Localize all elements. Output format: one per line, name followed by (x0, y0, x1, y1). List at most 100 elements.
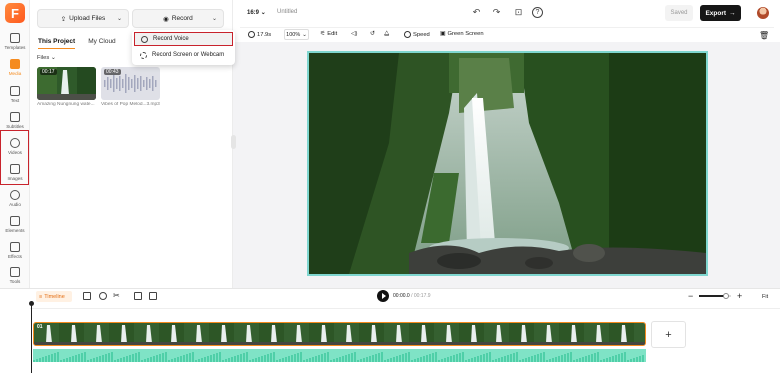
media-name-audio: Vibes of Pop Melod...3.mp3 (101, 102, 160, 107)
volume-icon[interactable]: ◁) (351, 31, 357, 37)
tab-my-cloud[interactable]: My Cloud (88, 38, 115, 49)
rotate-icon[interactable]: ↺ (370, 31, 375, 37)
waveform-bar (243, 353, 245, 362)
scissors-icon[interactable]: ✂ (113, 290, 120, 301)
waveform-bar (123, 357, 125, 362)
audio-track[interactable] (33, 349, 646, 362)
chevron-down-icon: ⌄ (50, 55, 56, 61)
waveform-bar (519, 360, 521, 362)
waveform-bar (321, 354, 323, 362)
record-button[interactable]: ◉ Record ⌄ (132, 9, 224, 28)
media-thumb-audio[interactable]: 00:43 (101, 67, 160, 100)
waveform-bar (189, 353, 191, 362)
sidebar-item-audio[interactable]: Audio (0, 190, 30, 214)
playhead-handle[interactable] (29, 301, 34, 306)
sidebar-item-effects[interactable]: Effects (0, 242, 30, 266)
clip-frame (159, 323, 184, 345)
video-preview[interactable] (307, 51, 708, 276)
files-filter[interactable]: Files ⌄ (37, 55, 56, 61)
waveform-bar (630, 359, 632, 362)
video-clip[interactable]: 01 (33, 322, 646, 346)
play-button[interactable] (377, 290, 389, 302)
waveform-bar (69, 357, 71, 362)
waveform-bar (354, 352, 356, 362)
waveform-bar (474, 357, 476, 362)
waveform-bar (540, 353, 542, 362)
waveform-bar (510, 354, 512, 362)
split-icon[interactable] (99, 292, 107, 300)
project-title[interactable]: Untitled (277, 9, 297, 15)
duplicate-icon[interactable] (134, 292, 142, 300)
waveform-bar (579, 358, 581, 362)
waveform-bar (192, 352, 194, 362)
media-thumb-video[interactable]: 00:17 (37, 67, 96, 100)
export-button[interactable]: Export → (700, 5, 741, 21)
waveform-bar (432, 353, 434, 362)
tab-this-project[interactable]: This Project (38, 38, 76, 49)
add-track-icon[interactable] (83, 292, 91, 300)
trash-icon[interactable]: 🗑 (759, 31, 769, 40)
waveform-bar (618, 354, 620, 362)
sidebar-item-templates[interactable]: Templates (0, 33, 30, 57)
fit-button[interactable]: Fit (762, 291, 768, 302)
help-icon[interactable]: ? (532, 7, 543, 18)
waveform-bar (306, 359, 308, 362)
waveform-bar (402, 354, 404, 362)
zoom-slider-knob[interactable] (723, 293, 730, 299)
zoom-out-icon[interactable]: − (688, 290, 693, 301)
waveform-bar (51, 354, 53, 362)
timeline-toggle-button[interactable]: ≡ Timeline (36, 291, 72, 302)
waveform-bar (132, 354, 134, 362)
waveform-bar (174, 358, 176, 362)
waveform-bar (39, 358, 41, 362)
waveform-bar (555, 357, 557, 362)
zoom-in-icon[interactable]: + (737, 290, 742, 301)
waveform-bar (330, 360, 332, 362)
redo-icon[interactable]: ↷ (491, 7, 502, 18)
clip-frame (234, 323, 259, 345)
speed-button[interactable]: Speed (404, 31, 430, 38)
waveform-bar (477, 356, 479, 362)
flip-icon[interactable]: ⧋ (384, 31, 389, 38)
waveform-bar (222, 360, 224, 362)
delete-icon[interactable] (149, 292, 157, 300)
upload-icon: ⇪ (60, 15, 67, 23)
sidebar-item-elements[interactable]: Elements (0, 216, 30, 240)
app-logo[interactable]: F (5, 3, 25, 23)
waveform-bar (336, 358, 338, 362)
waveform-bar (363, 358, 365, 362)
menu-item-record-voice[interactable]: Record Voice (134, 32, 233, 46)
waveform-bar (504, 356, 506, 362)
waveform-bar (369, 356, 371, 362)
waveform-bar (390, 358, 392, 362)
screenshot-icon[interactable]: ⊡ (513, 7, 524, 18)
add-clip-button[interactable]: + (651, 321, 686, 348)
zoom-select[interactable]: 100% ⌄ (284, 29, 309, 40)
aspect-ratio-select[interactable]: 16:9 ⌄ (247, 9, 266, 16)
avatar[interactable] (757, 7, 769, 19)
menu-item-record-screen[interactable]: Record Screen or Webcam (134, 48, 233, 62)
waveform-bar (399, 355, 401, 362)
clip-frame (59, 323, 84, 345)
clip-frame (359, 323, 384, 345)
waveform-bar (576, 359, 578, 362)
timeline-zoom-slider[interactable] (699, 293, 731, 299)
undo-icon[interactable]: ↶ (471, 7, 482, 18)
chevron-down-icon: ⌄ (260, 10, 266, 16)
green-screen-button[interactable]: ▣ Green Screen (440, 31, 484, 37)
waveform-bar (66, 358, 68, 362)
panel-collapse-handle[interactable] (231, 135, 236, 149)
waveform-bar (378, 353, 380, 362)
waveform-bar (498, 358, 500, 362)
clip-frame (209, 323, 234, 345)
duration-display[interactable]: 17.9s (248, 31, 271, 38)
sidebar-item-text[interactable]: Text (0, 86, 30, 110)
waveform-bar (489, 352, 491, 362)
chevron-down-icon: ⌄ (116, 16, 122, 22)
edit-button[interactable]: ⚟ Edit (320, 31, 337, 37)
waveform-bar (183, 355, 185, 362)
sidebar-item-media[interactable]: Media (0, 59, 30, 83)
upload-files-button[interactable]: ⇪ Upload Files ⌄ (37, 9, 129, 28)
waveform-bar (87, 360, 89, 362)
playhead[interactable] (31, 302, 32, 373)
